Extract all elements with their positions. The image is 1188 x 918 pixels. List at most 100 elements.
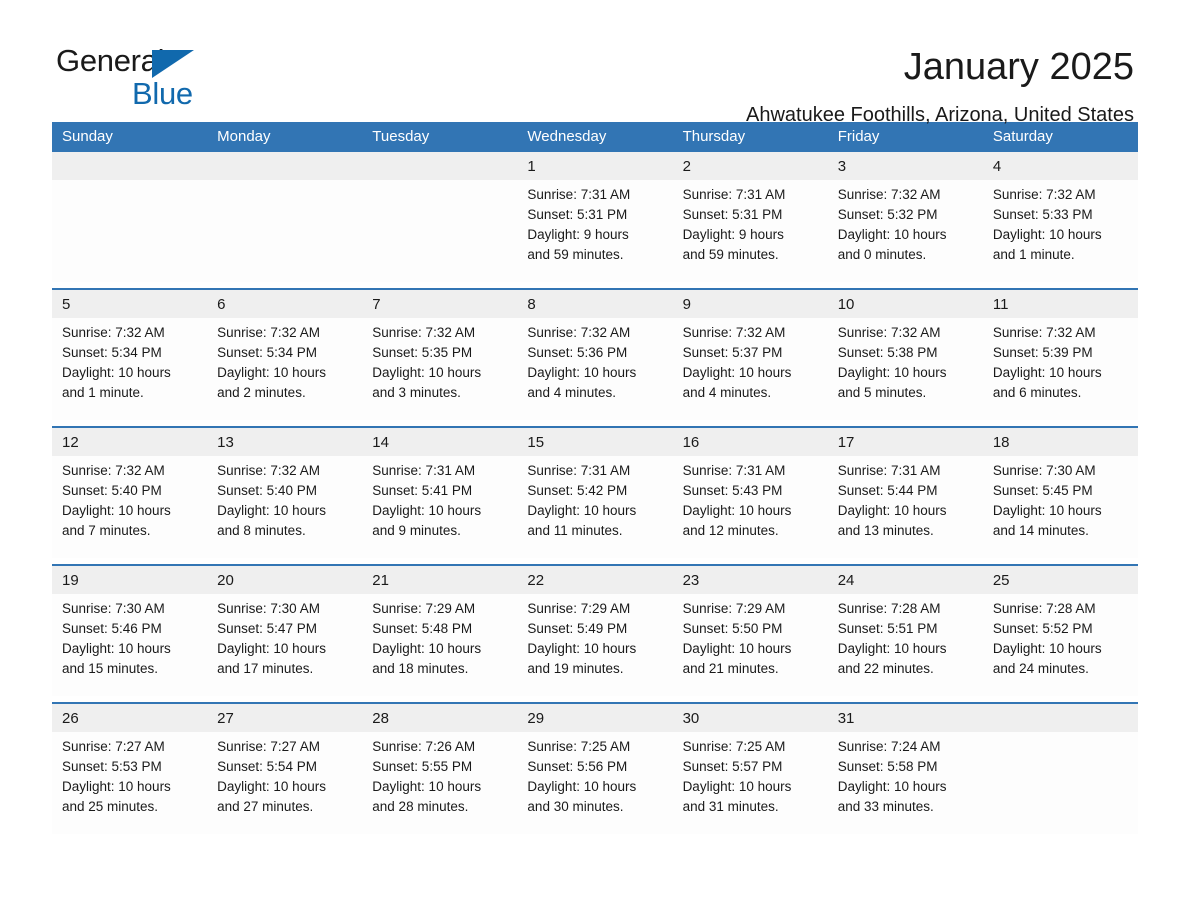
day-detail-line: and 11 minutes. (527, 523, 623, 538)
day-detail-cell[interactable]: Sunrise: 7:32 AM Sunset: 5:34 PM Daylight:… (207, 318, 363, 420)
day-detail-line: Daylight: 10 hours (837, 641, 947, 656)
day-number[interactable]: 13 (207, 426, 363, 456)
day-number[interactable]: 5 (52, 288, 208, 318)
day-number[interactable]: 23 (672, 564, 828, 594)
day-number[interactable]: 6 (207, 288, 363, 318)
day-detail-line: Daylight: 10 hours (217, 365, 326, 380)
day-detail-cell[interactable]: Sunrise: 7:32 AM Sunset: 5:40 PM Daylight:… (207, 456, 363, 558)
day-detail-cell[interactable]: Sunrise: 7:32 AM Sunset: 5:33 PM Daylight:… (982, 180, 1138, 282)
day-number[interactable]: 1 (517, 152, 673, 180)
day-detail-line: and 5 minutes. (837, 385, 927, 400)
calendar-detail-row: Sunrise: 7:32 AM Sunset: 5:40 PM Daylight:… (52, 456, 1138, 558)
day-detail-line: and 21 minutes. (682, 661, 779, 676)
day-detail-cell[interactable]: Sunrise: 7:27 AM Sunset: 5:54 PM Daylight:… (207, 732, 363, 834)
day-detail-line: Sunset: 5:31 PM (527, 207, 628, 222)
day-detail-cell[interactable]: Sunrise: 7:32 AM Sunset: 5:40 PM Daylight:… (52, 456, 208, 558)
day-detail-cell[interactable]: Sunrise: 7:31 AM Sunset: 5:31 PM Daylight:… (517, 180, 673, 282)
day-detail-line: and 17 minutes. (217, 661, 314, 676)
day-number[interactable]: 31 (827, 702, 983, 732)
day-number[interactable]: 30 (672, 702, 828, 732)
general-blue-logo[interactable]: General Blue (56, 44, 206, 114)
day-number[interactable]: 22 (517, 564, 673, 594)
day-number[interactable]: 19 (52, 564, 208, 594)
day-detail-line: Daylight: 10 hours (837, 503, 947, 518)
day-number[interactable]: 24 (827, 564, 983, 594)
day-detail-cell[interactable]: Sunrise: 7:31 AM Sunset: 5:44 PM Daylight:… (827, 456, 983, 558)
day-number[interactable]: 8 (517, 288, 673, 318)
day-detail-cell[interactable]: Sunrise: 7:30 AM Sunset: 5:45 PM Daylight:… (982, 456, 1138, 558)
day-number[interactable]: 25 (982, 564, 1138, 594)
day-detail-cell[interactable]: Sunrise: 7:31 AM Sunset: 5:42 PM Daylight:… (517, 456, 673, 558)
day-number[interactable]: 4 (982, 152, 1138, 180)
day-detail-cell[interactable]: Sunrise: 7:32 AM Sunset: 5:39 PM Daylight:… (982, 318, 1138, 420)
day-detail-cell[interactable]: Sunrise: 7:32 AM Sunset: 5:38 PM Daylight:… (827, 318, 983, 420)
day-detail-line: Sunset: 5:34 PM (217, 345, 317, 360)
day-detail-line: Sunset: 5:31 PM (682, 207, 783, 222)
day-detail-line: and 14 minutes. (992, 523, 1089, 538)
day-detail-cell[interactable]: Sunrise: 7:24 AM Sunset: 5:58 PM Daylight:… (827, 732, 983, 834)
day-detail-line: Sunset: 5:46 PM (62, 621, 162, 636)
day-detail-line: Sunrise: 7:31 AM (837, 463, 941, 478)
day-detail-line: Sunrise: 7:28 AM (992, 601, 1096, 616)
day-detail-line: and 1 minute. (992, 247, 1075, 262)
day-detail-empty (362, 180, 518, 282)
day-number[interactable]: 3 (827, 152, 983, 180)
day-detail-cell[interactable]: Sunrise: 7:29 AM Sunset: 5:49 PM Daylight:… (517, 594, 673, 696)
day-detail-cell[interactable]: Sunrise: 7:25 AM Sunset: 5:56 PM Daylight:… (517, 732, 673, 834)
day-detail-line: Sunrise: 7:32 AM (992, 187, 1096, 202)
title-block: January 2025 Ahwatukee Foothills, Arizon… (746, 44, 1134, 130)
day-detail-cell[interactable]: Sunrise: 7:30 AM Sunset: 5:46 PM Daylight:… (52, 594, 208, 696)
day-number[interactable]: 28 (362, 702, 518, 732)
day-detail-cell[interactable]: Sunrise: 7:26 AM Sunset: 5:55 PM Daylight:… (362, 732, 518, 834)
day-number[interactable]: 20 (207, 564, 363, 594)
day-number[interactable]: 12 (52, 426, 208, 456)
day-detail-line: Sunset: 5:53 PM (62, 759, 162, 774)
day-detail-cell[interactable]: Sunrise: 7:29 AM Sunset: 5:50 PM Daylight:… (672, 594, 828, 696)
day-number[interactable]: 15 (517, 426, 673, 456)
day-detail-line: Sunset: 5:32 PM (837, 207, 938, 222)
day-number[interactable]: 11 (982, 288, 1138, 318)
day-detail-cell[interactable]: Sunrise: 7:28 AM Sunset: 5:52 PM Daylight:… (982, 594, 1138, 696)
day-number[interactable]: 14 (362, 426, 518, 456)
day-number[interactable]: 9 (672, 288, 828, 318)
day-detail-line: and 8 minutes. (217, 523, 306, 538)
day-detail-cell[interactable]: Sunrise: 7:29 AM Sunset: 5:48 PM Daylight:… (362, 594, 518, 696)
day-number[interactable]: 29 (517, 702, 673, 732)
calendar-daynumber-row: 5 6 7 8 9 10 11 (52, 288, 1138, 318)
day-detail-cell[interactable]: Sunrise: 7:32 AM Sunset: 5:35 PM Daylight:… (362, 318, 518, 420)
day-number[interactable]: 7 (362, 288, 518, 318)
day-detail-line: and 31 minutes. (682, 799, 779, 814)
day-detail-line: Sunset: 5:56 PM (527, 759, 628, 774)
calendar-daynumber-row: 26 27 28 29 30 31 (52, 702, 1138, 732)
day-detail-cell[interactable]: Sunrise: 7:25 AM Sunset: 5:57 PM Daylight:… (672, 732, 828, 834)
day-number[interactable]: 2 (672, 152, 828, 180)
day-number[interactable]: 21 (362, 564, 518, 594)
day-number[interactable]: 26 (52, 702, 208, 732)
day-detail-line: and 33 minutes. (837, 799, 934, 814)
day-detail-line: Daylight: 10 hours (217, 641, 326, 656)
day-number[interactable]: 27 (207, 702, 363, 732)
day-detail-line: Sunset: 5:45 PM (992, 483, 1093, 498)
day-detail-cell[interactable]: Sunrise: 7:31 AM Sunset: 5:41 PM Daylight:… (362, 456, 518, 558)
day-detail-cell[interactable]: Sunrise: 7:30 AM Sunset: 5:47 PM Daylight:… (207, 594, 363, 696)
day-detail-cell[interactable]: Sunrise: 7:32 AM Sunset: 5:36 PM Daylight:… (517, 318, 673, 420)
day-detail-cell[interactable]: Sunrise: 7:32 AM Sunset: 5:37 PM Daylight:… (672, 318, 828, 420)
day-detail-line: Sunset: 5:47 PM (217, 621, 317, 636)
calendar-daynumber-row: 12 13 14 15 16 17 18 (52, 426, 1138, 456)
day-detail-line: Daylight: 10 hours (992, 503, 1102, 518)
day-detail-line: Sunset: 5:40 PM (62, 483, 162, 498)
day-detail-cell[interactable]: Sunrise: 7:32 AM Sunset: 5:32 PM Daylight:… (827, 180, 983, 282)
day-detail-cell[interactable]: Sunrise: 7:32 AM Sunset: 5:34 PM Daylight:… (52, 318, 208, 420)
day-detail-line: and 0 minutes. (837, 247, 927, 262)
day-number[interactable]: 17 (827, 426, 983, 456)
week-spacer-row (52, 282, 1138, 289)
day-detail-cell[interactable]: Sunrise: 7:31 AM Sunset: 5:43 PM Daylight:… (672, 456, 828, 558)
day-detail-line: Sunrise: 7:31 AM (527, 187, 631, 202)
day-detail-cell[interactable]: Sunrise: 7:27 AM Sunset: 5:53 PM Daylight:… (52, 732, 208, 834)
day-number[interactable]: 18 (982, 426, 1138, 456)
day-detail-cell[interactable]: Sunrise: 7:28 AM Sunset: 5:51 PM Daylight:… (827, 594, 983, 696)
day-number[interactable]: 10 (827, 288, 983, 318)
day-detail-cell[interactable]: Sunrise: 7:31 AM Sunset: 5:31 PM Daylight:… (672, 180, 828, 282)
day-detail-line: and 12 minutes. (682, 523, 779, 538)
day-number[interactable]: 16 (672, 426, 828, 456)
